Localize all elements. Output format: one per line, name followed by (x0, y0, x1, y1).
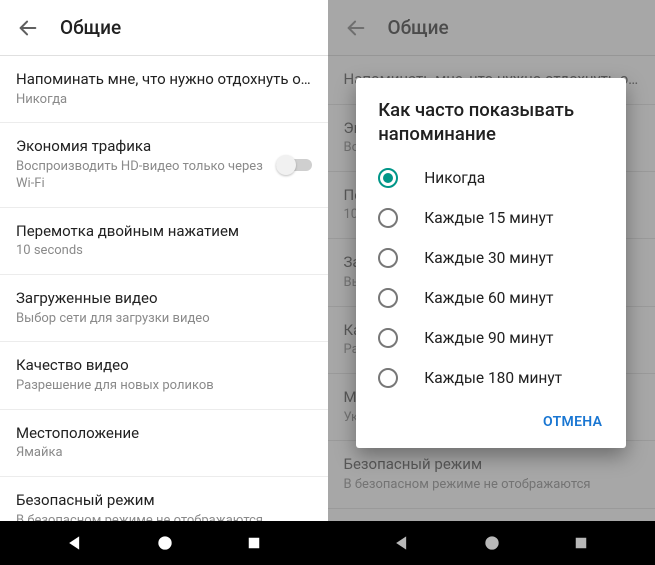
option-label: Каждые 90 минут (424, 329, 553, 347)
item-subtitle: Воспроизводить HD-видео только через Wi-… (16, 159, 268, 193)
settings-item[interactable]: Безопасный режим В безопасном режиме не о… (0, 477, 328, 521)
settings-item[interactable]: Перемотка двойным нажатием10 seconds (0, 208, 328, 275)
radio-icon (378, 248, 398, 268)
phone-left: Общие Напоминать мне, что нужно отдохнут… (0, 0, 328, 565)
item-title: Перемотка двойным нажатием (16, 222, 312, 242)
item-subtitle: Разрешение для новых роликов (16, 378, 312, 395)
option-label: Каждые 180 минут (424, 369, 562, 387)
dialog-option[interactable]: Каждые 60 минут (356, 278, 626, 318)
cancel-button[interactable]: ОТМЕНА (533, 406, 612, 438)
item-title: Загруженные видео (16, 289, 312, 309)
item-title: Качество видео (16, 356, 312, 376)
nav-home[interactable] (155, 533, 175, 553)
item-title: Напоминать мне, что нужно отдохнуть от… (16, 70, 312, 90)
item-subtitle: 10 seconds (16, 243, 312, 260)
appbar-title: Общие (60, 16, 121, 39)
item-title: Экономия трафика (16, 137, 268, 157)
item-title: Безопасный режим (16, 491, 312, 511)
dialog-option[interactable]: Каждые 90 минут (356, 318, 626, 358)
dialog-title: Как часто показывать напоминание (356, 98, 626, 158)
radio-icon (378, 208, 398, 228)
item-title: Местоположение (16, 424, 312, 444)
settings-list[interactable]: Напоминать мне, что нужно отдохнуть от… Н… (0, 56, 328, 521)
settings-item[interactable]: МестоположениеЯмайка (0, 410, 328, 477)
reminder-dialog: Как часто показывать напоминание Никогда… (356, 78, 626, 448)
option-label: Каждые 30 минут (424, 249, 553, 267)
appbar: Общие (0, 0, 328, 56)
radio-icon (378, 168, 398, 188)
nav-back[interactable] (65, 533, 85, 553)
dialog-scrim[interactable]: Как часто показывать напоминание Никогда… (328, 0, 655, 565)
radio-icon (378, 368, 398, 388)
phone-right: Общие Напоминать мне, что нужно отдохнут… (328, 0, 655, 565)
dialog-actions: ОТМЕНА (356, 398, 626, 442)
radio-icon (378, 328, 398, 348)
settings-item[interactable]: Экономия трафикаВоспроизводить HD-видео … (0, 123, 328, 207)
android-navbar (0, 521, 328, 565)
settings-item[interactable]: Качество видео Разрешение для новых ролик… (0, 342, 328, 409)
dialog-option[interactable]: Каждые 30 минут (356, 238, 626, 278)
option-label: Каждые 15 минут (424, 209, 553, 227)
option-label: Каждые 60 минут (424, 289, 553, 307)
settings-item[interactable]: Загруженные видео Выбор сети для загрузки… (0, 275, 328, 342)
option-label: Никогда (424, 169, 485, 187)
nav-recent[interactable] (245, 534, 263, 552)
back-button[interactable] (8, 8, 48, 48)
item-subtitle: Выбор сети для загрузки видео (16, 311, 312, 328)
radio-icon (378, 288, 398, 308)
arrow-back-icon (17, 17, 39, 39)
settings-item[interactable]: Напоминать мне, что нужно отдохнуть от… Н… (0, 56, 328, 123)
dialog-option[interactable]: Каждые 15 минут (356, 198, 626, 238)
dialog-option[interactable]: Каждые 180 минут (356, 358, 626, 398)
item-subtitle: Никогда (16, 92, 312, 109)
toggle-switch[interactable] (276, 155, 312, 175)
item-subtitle: В безопасном режиме не отображаются (16, 513, 312, 521)
dialog-option[interactable]: Никогда (356, 158, 626, 198)
item-subtitle: Ямайка (16, 445, 312, 462)
